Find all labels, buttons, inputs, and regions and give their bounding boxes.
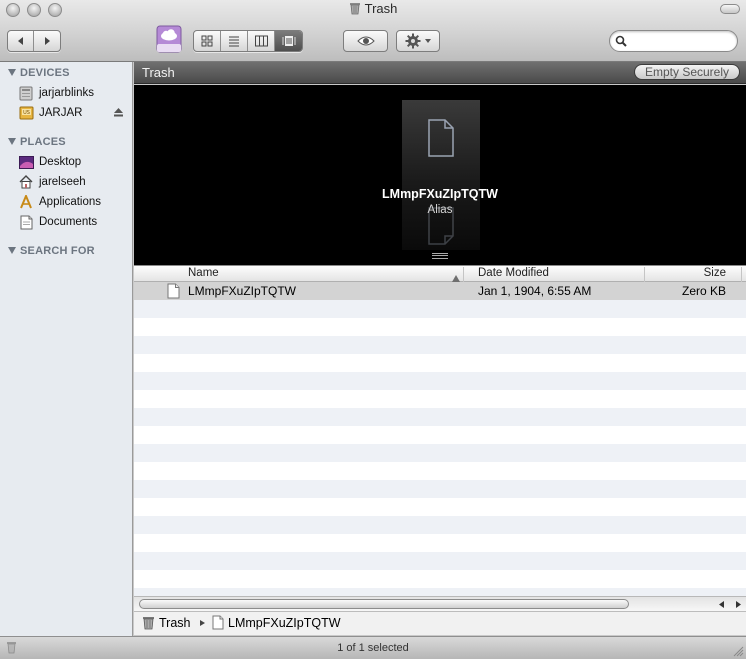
file-size: Zero KB: [681, 284, 726, 298]
sort-ascending-icon: [452, 267, 460, 282]
sidebar-item-label: JARJAR: [39, 107, 83, 119]
computer-icon: [18, 85, 34, 101]
path-item-trash[interactable]: Trash: [142, 615, 191, 630]
cover-flow-icon: [282, 36, 295, 46]
column-divider[interactable]: [741, 267, 742, 282]
sidebar-item-jarjarblinks[interactable]: jarjarblinks: [18, 84, 130, 102]
trash-icon: [349, 1, 361, 18]
list-view-button[interactable]: [221, 31, 248, 51]
file-list: LMmpFXuZIpTQTW Jan 1, 1904, 6:55 AM Zero…: [134, 282, 746, 596]
search-icon: [615, 35, 627, 47]
window-title-text: Trash: [364, 1, 398, 16]
sidebar: DEVICES jarjarblinks US JARJAR PLACES De…: [0, 62, 133, 636]
sidebar-item-label: Documents: [39, 216, 98, 228]
location-header: Trash Empty Securely: [134, 62, 746, 84]
list-icon: [229, 36, 239, 47]
chevron-left-icon: [17, 37, 23, 45]
empty-securely-button[interactable]: Empty Securely: [634, 64, 740, 80]
gear-icon: [405, 33, 420, 49]
cover-flow-item-name: LMmpFXuZIpTQTW: [382, 187, 498, 201]
file-date-modified: Jan 1, 1904, 6:55 AM: [478, 284, 592, 298]
file-row[interactable]: LMmpFXuZIpTQTW Jan 1, 1904, 6:55 AM Zero…: [134, 282, 746, 300]
column-header-date-modified[interactable]: Date Modified: [478, 267, 549, 282]
document-icon: [167, 283, 180, 299]
arrow-right-icon: [736, 601, 741, 608]
disclosure-triangle-icon: [8, 69, 16, 76]
documents-icon: [18, 214, 34, 230]
search-field[interactable]: [609, 30, 738, 52]
sidebar-item-label: jarjarblinks: [39, 87, 94, 99]
cover-flow-resize-handle[interactable]: [432, 253, 448, 259]
quick-look-button[interactable]: [343, 30, 388, 52]
disclosure-triangle-icon: [8, 247, 16, 254]
sidebar-header-label: PLACES: [20, 136, 66, 148]
sidebar-item-label: Applications: [39, 196, 102, 208]
path-item-label: Trash: [159, 615, 191, 630]
path-bar: Trash LMmpFXuZIpTQTW: [134, 611, 746, 635]
action-menu-button[interactable]: [396, 30, 440, 52]
sidebar-item-documents[interactable]: Documents: [18, 213, 130, 231]
column-divider[interactable]: [463, 267, 464, 282]
disclosure-triangle-icon: [8, 138, 16, 145]
grid-icon: [201, 35, 213, 47]
path-item-label: LMmpFXuZIpTQTW: [228, 615, 341, 630]
column-header-name[interactable]: Name: [188, 267, 219, 282]
home-icon: [18, 174, 34, 190]
window-title: Trash: [0, 1, 746, 18]
cover-flow-pane[interactable]: LMmpFXuZIpTQTW Alias: [134, 85, 746, 265]
column-header-size[interactable]: Size: [704, 267, 726, 282]
columns-icon: [254, 35, 268, 47]
path-item-file[interactable]: LMmpFXuZIpTQTW: [212, 615, 341, 630]
list-column-header: Name Date Modified Size: [134, 265, 746, 282]
back-button[interactable]: [8, 31, 34, 51]
sidebar-item-home[interactable]: jarelseeh: [18, 173, 130, 191]
forward-button[interactable]: [34, 31, 60, 51]
sidebar-item-jarjar[interactable]: US JARJAR: [18, 104, 130, 122]
sidebar-item-applications[interactable]: Applications: [18, 193, 130, 211]
resize-grip-icon[interactable]: [733, 646, 744, 657]
arrow-left-icon: [719, 601, 724, 608]
disk-icon: US: [18, 105, 34, 121]
chevron-right-icon: [45, 37, 50, 45]
scroll-right-button[interactable]: [731, 598, 745, 611]
status-bar: 1 of 1 selected: [0, 636, 746, 659]
scroll-left-button[interactable]: [715, 598, 729, 611]
desktop-icon: [18, 154, 34, 170]
toolbar-toggle-button[interactable]: [720, 4, 740, 14]
history-navigation: [7, 30, 61, 52]
path-separator-icon: [200, 620, 205, 626]
eject-icon[interactable]: [113, 107, 124, 120]
document-icon: [428, 119, 454, 157]
horizontal-scrollbar[interactable]: [134, 596, 746, 611]
cover-flow-item-kind: Alias: [427, 204, 453, 216]
sidebar-item-desktop[interactable]: Desktop: [18, 153, 130, 171]
column-view-button[interactable]: [248, 31, 275, 51]
scrollbar-thumb[interactable]: [139, 599, 629, 609]
sidebar-header-search-for[interactable]: SEARCH FOR: [8, 245, 95, 257]
applications-icon: [18, 194, 34, 210]
sidebar-header-label: DEVICES: [20, 67, 70, 79]
sidebar-header-devices[interactable]: DEVICES: [8, 67, 70, 79]
sidebar-item-label: jarelseeh: [39, 176, 86, 188]
location-title: Trash: [142, 65, 175, 80]
sidebar-item-label: Desktop: [39, 156, 82, 168]
file-name: LMmpFXuZIpTQTW: [188, 284, 297, 298]
svg-text:US: US: [23, 110, 30, 116]
sidebar-header-places[interactable]: PLACES: [8, 136, 66, 148]
window-toolbar: Trash: [0, 0, 746, 62]
sidebar-header-label: SEARCH FOR: [20, 245, 95, 257]
column-divider[interactable]: [644, 267, 645, 282]
selection-status: 1 of 1 selected: [337, 642, 409, 654]
idisk-icon[interactable]: [154, 24, 184, 57]
view-mode-control: [193, 30, 303, 52]
icon-view-button[interactable]: [194, 31, 221, 51]
document-icon: [212, 615, 224, 630]
trash-icon: [142, 615, 155, 630]
cover-flow-view-button[interactable]: [275, 31, 302, 51]
eye-icon: [356, 36, 375, 46]
chevron-down-icon: [424, 39, 431, 43]
search-input[interactable]: [630, 33, 730, 49]
